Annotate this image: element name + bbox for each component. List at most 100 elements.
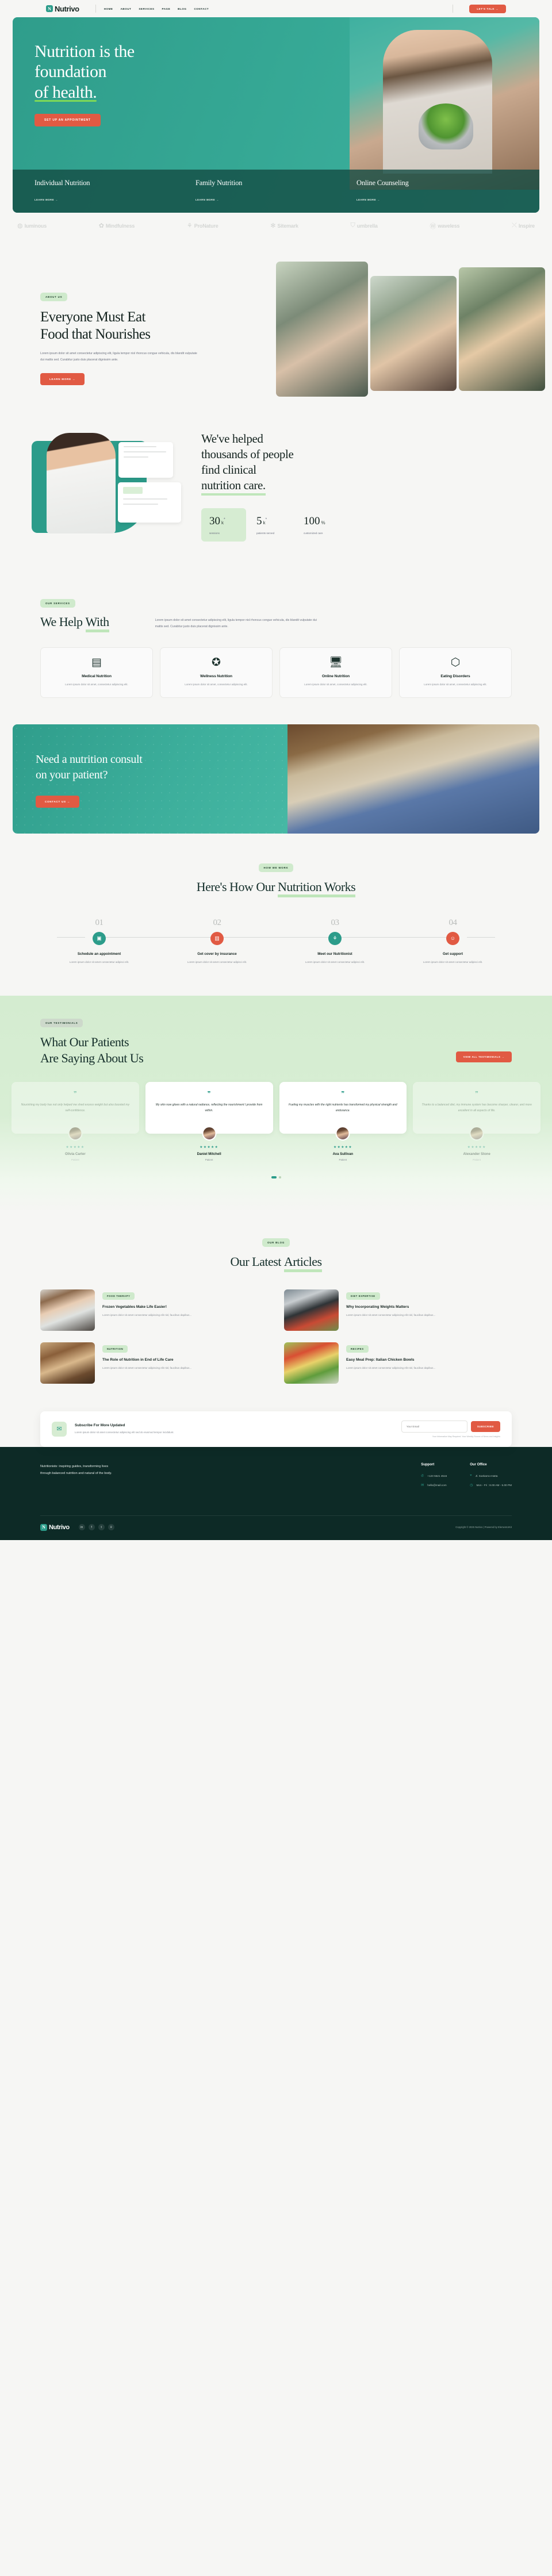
- testimonial-quote: Thanks to a balanced diet, my immune sys…: [421, 1103, 532, 1113]
- about-image-gallery: [276, 262, 552, 397]
- hero-title-line1: Nutrition is the: [34, 42, 135, 61]
- nutritionist-illustration: [32, 433, 181, 539]
- stats-title-highlight: nutrition care.: [201, 478, 266, 496]
- contact-us-button[interactable]: CONTACT US →: [36, 795, 80, 808]
- testimonial-card[interactable]: ❞ Thanks to a balanced diet, my immune s…: [413, 1082, 540, 1141]
- testimonial-meta: ★★★★★ Olivia Carter Patient: [12, 1145, 139, 1161]
- stat-patients: 5 k* patients served: [248, 508, 293, 542]
- step-number: 04: [448, 917, 458, 927]
- footer-tagline-line2: through balanced nutrition and natural o…: [40, 1472, 112, 1476]
- blog-title-highlight: Articles: [283, 1254, 322, 1272]
- brand-logo-pronature: ⚘ ProNature: [187, 222, 218, 229]
- waveless-icon: Ⓦ: [430, 222, 436, 230]
- blog-post-list: FOOD THERAPY Frozen Vegetables Make Life…: [40, 1289, 512, 1384]
- service-card-medical-nutrition[interactable]: ▤ Medical Nutrition Lorem ipsum dolor si…: [40, 647, 153, 698]
- footer-tagline-line1: Nutritionists: inspiring guides, transfo…: [40, 1464, 109, 1468]
- blog-post-card[interactable]: RECIPES Easy Meal Prep: Italian Chicken …: [284, 1342, 512, 1384]
- nav-item-blog[interactable]: BLOG: [178, 7, 186, 10]
- lets-talk-button[interactable]: LET'S TALK →: [469, 4, 506, 13]
- carousel-pagination[interactable]: [0, 1176, 552, 1178]
- testimonial-card[interactable]: ❞ Fueling my muscles with the right nutr…: [279, 1082, 407, 1141]
- hero-service-online[interactable]: Online Counseling LEARN MORE →: [356, 179, 518, 204]
- service-card-wellness-nutrition[interactable]: ✪ Wellness Nutrition Lorem ipsum dolor s…: [160, 647, 273, 698]
- testimonial-role: Patient: [339, 1158, 347, 1161]
- hero-service-family[interactable]: Family Nutrition LEARN MORE →: [195, 179, 356, 204]
- twitter-icon[interactable]: t: [98, 1524, 105, 1531]
- blog-post-card[interactable]: DIET EXPERTISE Why Incorporating Weights…: [284, 1289, 512, 1331]
- blog-post-excerpt: Lorem ipsum dolor sit amet consectetur a…: [346, 1314, 436, 1317]
- step-number: 02: [213, 917, 222, 927]
- testimonials-pill-badge: OUR TESTIMONIALS: [40, 1019, 83, 1028]
- service-card-title: Online Nutrition: [321, 674, 350, 678]
- testimonial-card[interactable]: ❞ Nourishing my body has not only helped…: [12, 1082, 139, 1141]
- support-icon: ☺: [446, 931, 459, 945]
- star-rating: ★★★★★: [66, 1145, 85, 1149]
- how-title: Here's How Our Nutrition Works: [40, 880, 512, 897]
- footer-address-text: Jl. Soekarno-Hatta: [475, 1474, 498, 1477]
- footer-logo[interactable]: N Nutrivo: [40, 1523, 70, 1531]
- nav-item-home[interactable]: HOME: [104, 7, 113, 10]
- linkedin-icon[interactable]: in: [78, 1524, 85, 1531]
- hero-service-link[interactable]: LEARN MORE →: [34, 198, 58, 201]
- step-body: Lorem ipsum dolor sit amet consectetur a…: [187, 960, 247, 963]
- blog-post-card[interactable]: NUTRITION The Role of Nutrition in End o…: [40, 1342, 268, 1384]
- testimonial-quote: My skin now glows with a natural radianc…: [155, 1103, 263, 1113]
- footer-email[interactable]: ✉ hello@mail.com: [421, 1483, 447, 1487]
- instagram-icon[interactable]: ⌾: [108, 1524, 114, 1531]
- service-card-eating-disorders[interactable]: ⬡ Eating Disorders Lorem ipsum dolor sit…: [399, 647, 512, 698]
- nav-item-contact[interactable]: CONTACT: [194, 7, 209, 10]
- carousel-dot-active[interactable]: [271, 1176, 277, 1178]
- hero-service-link[interactable]: LEARN MORE →: [356, 198, 380, 201]
- footer-address: ⌖ Jl. Soekarno-Hatta: [470, 1474, 512, 1478]
- consult-title-line2: on your patient?: [36, 768, 108, 781]
- how-pill-badge: HOW WE WORK: [258, 863, 294, 872]
- newsletter-body: Lorem ipsum dolor sit amet consectetur a…: [75, 1430, 174, 1434]
- nav-item-about[interactable]: ABOUT: [120, 7, 131, 10]
- set-up-appointment-button[interactable]: SET UP AN APPOINTMENT: [34, 114, 101, 127]
- logo[interactable]: N Nutrivo: [46, 5, 79, 13]
- stats-title: We've helped thousands of people find cl…: [201, 431, 512, 496]
- brand-name: Inspire: [518, 222, 535, 229]
- pronature-icon: ⚘: [186, 222, 193, 229]
- blog-title-text: Our Latest: [230, 1254, 281, 1269]
- copyright-text: Copyright © 2025 Nutrivo | Powered by El…: [455, 1526, 512, 1529]
- service-card-online-nutrition[interactable]: 🖥 Online Nutrition Lorem ipsum dolor sit…: [279, 647, 392, 698]
- hero-service-title: Online Counseling: [356, 179, 409, 187]
- view-all-testimonials-button[interactable]: VIEW ALL TESTIMONIALS →: [455, 1051, 512, 1063]
- clock-icon: ◷: [470, 1483, 473, 1487]
- medical-report-icon: ▤: [91, 656, 102, 669]
- testimonial-meta: ★★★★★ Alexander Stone Patient: [413, 1145, 540, 1161]
- brand-logo-mindfulness: ✿ Mindfulness: [99, 222, 135, 229]
- blog-post-card[interactable]: FOOD THERAPY Frozen Vegetables Make Life…: [40, 1289, 268, 1331]
- header-divider: [95, 5, 96, 13]
- testimonial-card[interactable]: ❞ My skin now glows with a natural radia…: [145, 1082, 273, 1141]
- footer-email-text: hello@mail.com: [427, 1483, 447, 1487]
- carousel-dot[interactable]: [278, 1176, 281, 1178]
- email-field[interactable]: [401, 1420, 467, 1433]
- about-learn-more-button[interactable]: LEARN MORE →: [40, 373, 85, 386]
- luminous-icon: ◍: [17, 222, 23, 229]
- footer-office-heading: Our Office: [470, 1462, 487, 1466]
- testimonial-role: Patient: [205, 1158, 213, 1161]
- brand-name: waveless: [438, 222, 460, 229]
- hero-service-individual[interactable]: Individual Nutrition LEARN MORE →: [34, 179, 195, 204]
- facebook-icon[interactable]: f: [88, 1524, 95, 1531]
- services-title: We Help With: [40, 615, 109, 632]
- star-rating: ★★★★★: [467, 1145, 486, 1149]
- nav-item-page[interactable]: PAGE: [162, 7, 170, 10]
- blog-tag: NUTRITION: [102, 1345, 128, 1353]
- footer-phone[interactable]: ✆ +123 5521 4516: [421, 1474, 447, 1478]
- about-title-line1: Everyone Must Eat: [40, 309, 145, 325]
- brand-name: Sitemark: [277, 222, 298, 229]
- nav-item-services[interactable]: SERVICES: [139, 7, 154, 10]
- services-section: OUR SERVICES We Help With Lorem ipsum do…: [0, 575, 552, 724]
- blog-section: OUR BLOG Our Latest Articles FOOD THERAP…: [0, 1212, 552, 1411]
- services-title-text: We Help: [40, 614, 83, 629]
- about-image-2: [370, 276, 457, 391]
- step-body: Lorem ipsum dolor sit amet consectetur a…: [69, 960, 129, 963]
- sitemark-icon: ✻: [270, 222, 276, 229]
- stat-value: 100: [304, 515, 320, 527]
- subscribe-button[interactable]: SUBSCRIBE: [470, 1421, 500, 1432]
- hero-service-link[interactable]: LEARN MORE →: [195, 198, 219, 201]
- step-meet-nutritionist: 03 ⚘ Meet our Nutritionist Lorem ipsum d…: [217, 918, 394, 965]
